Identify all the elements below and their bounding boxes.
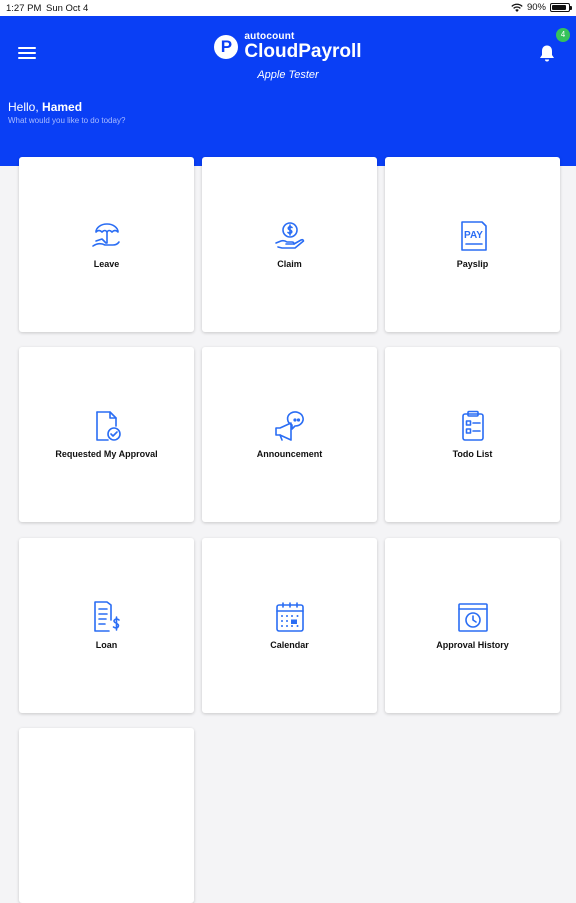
user-name: Hamed (42, 100, 83, 114)
claim-tile[interactable]: Claim (202, 157, 377, 332)
brand-name: CloudPayroll (244, 41, 362, 62)
status-bar: 1:27 PM Sun Oct 4 90% (0, 0, 576, 16)
loan-label: Loan (95, 640, 118, 650)
brand-logo: P autocount CloudPayroll Apple Tester (0, 32, 576, 81)
requested-my-approval-tile[interactable]: Requested My Approval (19, 347, 194, 522)
payslip-icon-text: PAY (464, 230, 483, 241)
payslip-label: Payslip (456, 259, 489, 269)
approval-history-tile[interactable]: Approval History (385, 538, 560, 713)
greeting-prefix: Hello, (8, 100, 39, 114)
leave-tile[interactable]: Leave (19, 157, 194, 332)
leave-label: Leave (93, 259, 120, 269)
calendar-label: Calendar (270, 640, 309, 650)
status-time: 1:27 PM (6, 3, 42, 14)
announcement-tile[interactable]: Announcement (202, 347, 377, 522)
clock-card-icon (457, 603, 488, 632)
status-date: Sun Oct 4 (46, 3, 89, 14)
payslip-tile[interactable]: PAY Payslip (385, 157, 560, 332)
calendar-icon (275, 602, 304, 632)
document-check-icon (95, 411, 121, 441)
wifi-icon (511, 3, 523, 12)
calendar-tile[interactable]: Calendar (202, 538, 377, 713)
p-logo-icon: P (214, 35, 239, 59)
notification-badge: 4 (556, 28, 570, 42)
clipboard-list-icon (461, 410, 484, 441)
battery-icon (550, 3, 572, 12)
claim-label: Claim (277, 259, 302, 269)
battery-percent: 90% (526, 2, 546, 13)
approval-history-label: Approval History (436, 640, 509, 650)
loan-tile[interactable]: Loan (19, 538, 194, 713)
beach-umbrella-icon (91, 223, 120, 247)
announcement-label: Announcement (256, 449, 323, 459)
todo-list-label: Todo List (452, 449, 493, 459)
bell-icon[interactable] (538, 44, 556, 64)
greeting: Hello, Hamed What would you like to do t… (8, 100, 125, 125)
app-header: P autocount CloudPayroll Apple Tester 4 … (0, 16, 576, 166)
todo-list-tile[interactable]: Todo List (385, 347, 560, 522)
greeting-prompt: What would you like to do today? (8, 116, 126, 125)
megaphone-icon (274, 411, 304, 441)
payslip-document-icon: PAY (460, 221, 487, 251)
hand-coin-icon (274, 222, 304, 249)
requested-my-approval-label: Requested My Approval (55, 449, 158, 459)
additional-menu-tile[interactable] (19, 728, 194, 903)
loan-document-icon (93, 601, 120, 632)
company-name: Apple Tester (257, 69, 319, 81)
